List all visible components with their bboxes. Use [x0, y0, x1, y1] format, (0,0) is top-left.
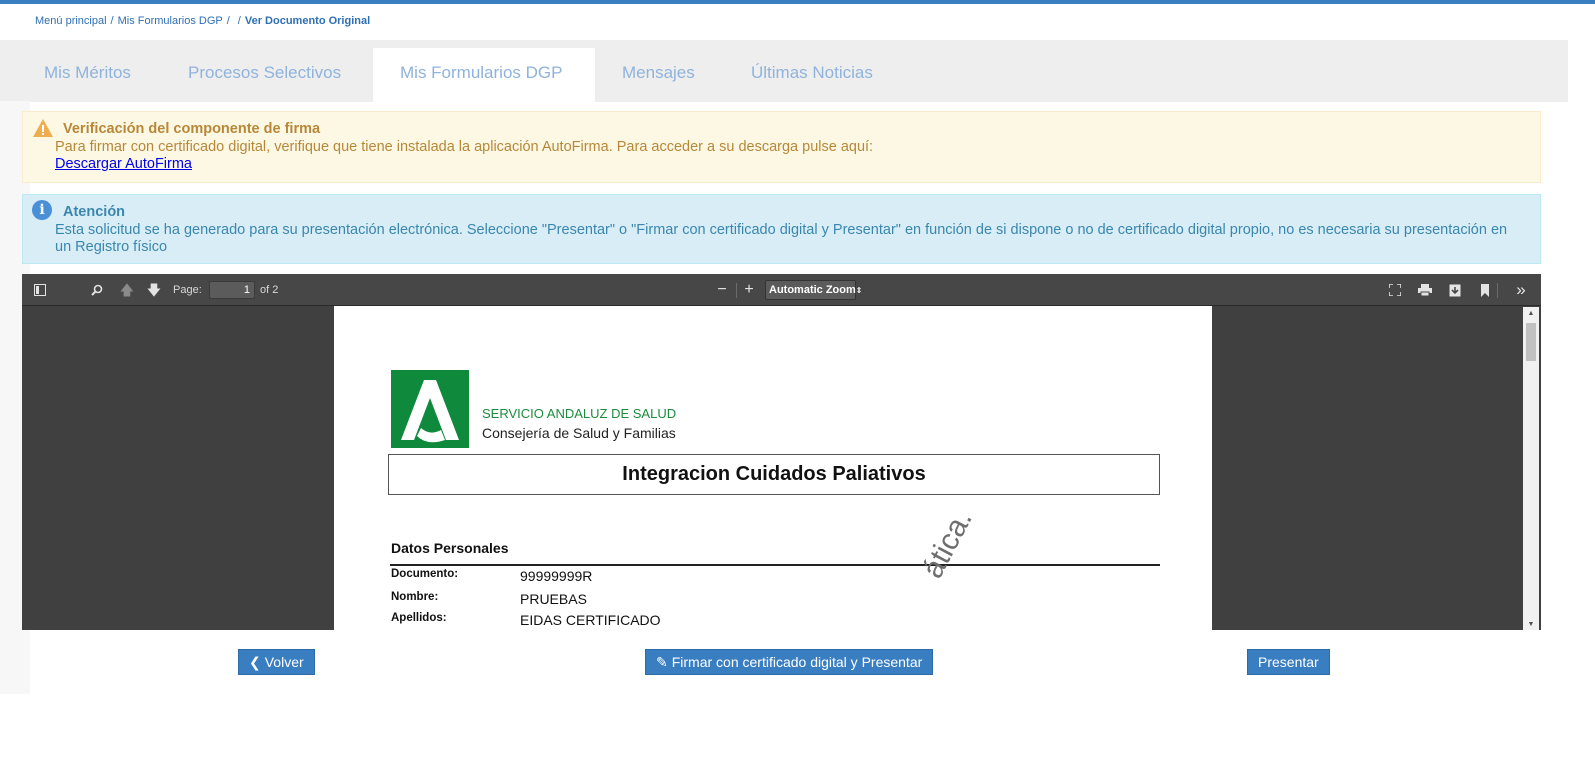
field-value-apellidos: EIDAS CERTIFICADO [520, 612, 661, 628]
submit-button[interactable]: Presentar [1247, 649, 1330, 675]
edit-icon: ✎ [656, 654, 668, 670]
submit-button-label: Presentar [1258, 654, 1319, 670]
top-accent-bar [0, 0, 1595, 4]
junta-andalucia-logo [391, 370, 469, 448]
org-department: Consejería de Salud y Familias [482, 425, 676, 441]
field-value-documento: 99999999R [520, 568, 593, 584]
warning-title: Verificación del componente de firma [63, 121, 321, 137]
page-label: Page: [173, 284, 202, 296]
field-label-documento: Documento: [391, 568, 459, 580]
download-icon[interactable] [1445, 274, 1465, 308]
info-body: Esta solicitud se ha generado para su pr… [55, 222, 1508, 255]
scroll-up-icon[interactable]: ▲ [1526, 310, 1536, 317]
breadcrumb-home-link[interactable]: Menú principal [35, 15, 107, 27]
page-number-input[interactable]: 1 [209, 281, 255, 299]
signature-warning-alert: Verificación del componente de firma Par… [22, 111, 1541, 183]
info-icon: i [32, 200, 52, 220]
pdf-viewer: 🡅 🡇 Page: 1 of 2 − + Automatic Zoom⇕ » S… [22, 274, 1541, 630]
section-title: Datos Personales [391, 540, 509, 556]
warning-body: Para firmar con certificado digital, ver… [55, 139, 1510, 173]
search-icon[interactable] [87, 274, 107, 307]
attention-info-alert: i Atención Esta solicitud se ha generado… [22, 194, 1541, 264]
org-name: SERVICIO ANDALUZ DE SALUD [482, 406, 677, 421]
tab-procesos-selectivos[interactable]: Procesos Selectivos [188, 48, 341, 102]
warning-icon [33, 119, 53, 137]
print-icon[interactable] [1415, 274, 1435, 307]
breadcrumb: Menú principal / Mis Formularios DGP / / Ver … [35, 15, 371, 27]
breadcrumb-current: Ver Documento Original [244, 15, 371, 27]
bookmark-icon[interactable] [1475, 274, 1495, 308]
zoom-select[interactable]: Automatic Zoom⇕ [765, 280, 862, 300]
info-title: Atención [63, 204, 126, 220]
tab-ultimas-noticias[interactable]: Últimas Noticias [751, 48, 873, 102]
fullscreen-icon[interactable] [1385, 274, 1405, 307]
field-value-nombre: PRUEBAS [520, 591, 587, 607]
tab-mis-formularios[interactable]: Mis Formularios DGP [373, 48, 595, 102]
page-total: of 2 [260, 284, 279, 296]
next-page-icon[interactable]: 🡇 [144, 274, 164, 306]
scrollbar-thumb[interactable] [1526, 323, 1536, 361]
main-tabs: Mis Méritos Procesos Selectivos Mis Form… [0, 40, 1568, 102]
chevron-left-icon: ❮ [249, 654, 261, 670]
download-autofirma-link[interactable]: Descargar AutoFirma [55, 156, 192, 173]
pdf-toolbar: 🡅 🡇 Page: 1 of 2 − + Automatic Zoom⇕ » [22, 274, 1541, 306]
tab-mensajes[interactable]: Mensajes [622, 48, 695, 102]
field-label-apellidos: Apellidos: [391, 612, 447, 624]
zoom-select-value: Automatic Zoom [769, 284, 856, 296]
back-button-label: Volver [264, 654, 304, 670]
warning-text: Para firmar con certificado digital, ver… [55, 139, 874, 155]
field-label-nombre: Nombre: [391, 591, 439, 603]
document-title: Integracion Cuidados Paliativos [388, 454, 1160, 495]
zoom-in-icon[interactable]: + [739, 274, 759, 306]
scroll-down-icon[interactable]: ▼ [1526, 621, 1536, 628]
zoom-out-icon[interactable]: − [712, 274, 732, 306]
previous-page-icon[interactable]: 🡅 [117, 274, 137, 306]
zoom-chevron-icon: ⇕ [855, 286, 863, 295]
document-watermark: ática. [916, 504, 979, 584]
sign-and-submit-button[interactable]: ✎ Firmar con certificado digital y Presen… [645, 649, 934, 675]
sign-button-label: Firmar con certificado digital y Present… [671, 654, 923, 670]
section-divider [390, 564, 1160, 566]
tools-menu-icon[interactable]: » [1511, 274, 1531, 306]
breadcrumb-forms-link[interactable]: Mis Formularios DGP [118, 15, 223, 27]
back-button[interactable]: ❮ Volver [238, 649, 315, 675]
tab-mis-meritos[interactable]: Mis Méritos [44, 48, 131, 102]
pdf-scrollbar[interactable]: ▲ ▼ [1523, 307, 1539, 630]
pdf-page: SERVICIO ANDALUZ DE SALUD Consejería de … [334, 306, 1212, 630]
sidebar-toggle-icon[interactable] [30, 274, 50, 307]
